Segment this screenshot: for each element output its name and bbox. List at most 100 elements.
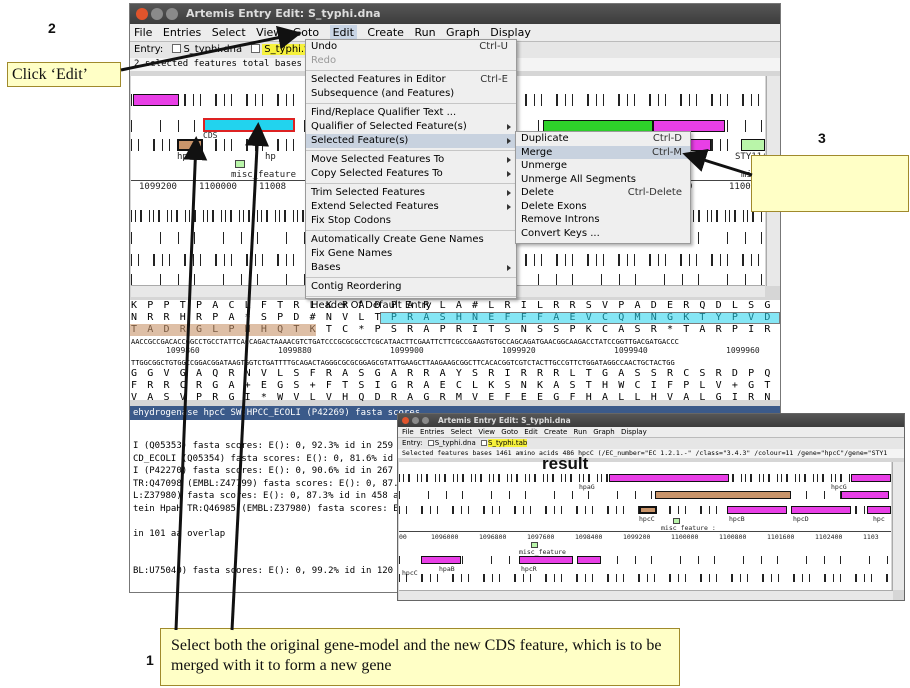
result-vertical-scrollbar[interactable]	[892, 462, 904, 590]
coord-5: 1100	[729, 182, 751, 192]
menu-edit[interactable]: Edit	[524, 428, 538, 436]
maximize-icon[interactable]	[422, 417, 429, 424]
feature-magenta-6[interactable]	[867, 506, 891, 514]
edit-menu-item[interactable]: Header Of Default Entry	[306, 299, 516, 313]
entry-checkbox-dna[interactable]	[427, 440, 434, 446]
menu-item-label: Contig Reordering	[311, 281, 402, 292]
menu-view[interactable]: View	[478, 428, 495, 436]
feature-magenta-3[interactable]	[841, 491, 889, 499]
edit-menu-item[interactable]: Find/Replace Qualifier Text ...	[306, 106, 516, 120]
selected-cds-sequence-highlight	[380, 312, 780, 324]
feature-magenta-8[interactable]	[519, 556, 573, 564]
seq-tick-5: 1099940	[614, 346, 648, 355]
edit-menu-item[interactable]: Fix Gene Names	[306, 247, 516, 261]
menu-graph[interactable]: Graph	[593, 428, 614, 436]
menu-entries[interactable]: Entries	[420, 428, 444, 436]
edit-menu-item[interactable]: Selected Feature(s)	[306, 134, 516, 148]
menu-select[interactable]: Select	[451, 428, 473, 436]
menu-file[interactable]: File	[134, 26, 152, 39]
submenu-item[interactable]: Merge Ctrl-M	[516, 145, 690, 159]
entry-dna[interactable]: S_typhi.dna	[183, 44, 242, 55]
hpc-label-1: hpc	[177, 152, 194, 162]
menu-run[interactable]: Run	[414, 26, 435, 39]
submenu-item[interactable]: Duplicate Ctrl-D	[516, 132, 690, 146]
entry-label: Entry:	[134, 44, 164, 55]
entry-checkbox-tab[interactable]	[251, 44, 261, 53]
result-entry-bar: Entry: S_typhi.dna S_typhi.tab	[398, 438, 904, 449]
selected-cds-feature[interactable]	[203, 118, 295, 132]
coord: 1100800	[719, 533, 747, 541]
edit-menu-item[interactable]: Bases	[306, 261, 516, 275]
edit-menu-item[interactable]: Fix Stop Codons	[306, 214, 516, 228]
feature-tan[interactable]	[655, 491, 791, 499]
submenu-item[interactable]: Unmerge	[516, 159, 690, 173]
menu-separator	[306, 70, 516, 71]
feature-magenta-5[interactable]	[791, 506, 851, 514]
menu-goto[interactable]: Goto	[501, 428, 518, 436]
hpag-label: hpaG	[579, 483, 595, 491]
edit-menu-item[interactable]: Qualifier of Selected Feature(s)	[306, 120, 516, 134]
minimize-icon[interactable]	[151, 8, 163, 20]
menu-separator	[306, 103, 516, 104]
edit-menu-item[interactable]: Redo	[306, 54, 516, 68]
entry-tab[interactable]: S_typhi.tab	[488, 439, 528, 447]
feature-green-2[interactable]	[741, 139, 765, 151]
menu-display[interactable]: Display	[490, 26, 531, 39]
feature-magenta[interactable]	[133, 94, 179, 106]
maximize-icon[interactable]	[166, 8, 178, 20]
menu-file[interactable]: File	[402, 428, 414, 436]
entry-checkbox-dna[interactable]	[172, 44, 182, 53]
menu-select[interactable]: Select	[212, 26, 246, 39]
menu-goto[interactable]: Goto	[293, 26, 319, 39]
sequence-pane[interactable]: K P P T P A C L F T R L K R A D P A R L …	[130, 300, 781, 403]
menu-entries[interactable]: Entries	[163, 26, 201, 39]
feature-magenta-4[interactable]	[727, 506, 787, 514]
click-edit-callout: Click ‘Edit’	[7, 62, 121, 87]
entry-checkbox-tab[interactable]	[481, 440, 488, 446]
menu-item-label: Delete Exons	[521, 200, 587, 212]
sequence-ruler: 1099860 1099880 1099900 1099920 1099940 …	[130, 346, 780, 356]
feature-magenta[interactable]	[609, 474, 729, 482]
aa-frame-4: G G V G A Q R N V L S F R A S G A R R A …	[131, 368, 781, 379]
close-icon[interactable]	[402, 417, 409, 424]
result-feature-pane[interactable]: hpaG hpcG hpcC hpcB hpcD hpc misc_featur…	[399, 462, 891, 590]
menu-item-label: Fix Stop Codons	[311, 215, 391, 226]
entry-dna[interactable]: S_typhi.dna	[435, 439, 476, 447]
menu-item-label: Fix Gene Names	[311, 248, 393, 259]
submenu-item[interactable]: Convert Keys ...	[516, 227, 690, 241]
feature-track	[399, 574, 891, 582]
submenu-item[interactable]: Unmerge All Segments	[516, 173, 690, 187]
hpcc-label-2: hpcC	[402, 569, 418, 577]
feature-track	[399, 556, 891, 564]
edit-menu-item[interactable]: Subsequence (and Features)	[306, 87, 516, 101]
menu-item-label: Duplicate	[521, 133, 569, 144]
edit-menu-item[interactable]: Extend Selected Features	[306, 200, 516, 214]
edit-menu-item[interactable]: Contig Reordering	[306, 280, 516, 294]
submenu-item[interactable]: Delete Exons	[516, 200, 690, 214]
menu-view[interactable]: View	[256, 26, 282, 39]
step3-callout	[751, 155, 909, 212]
feature-magenta-9[interactable]	[577, 556, 601, 564]
merged-hpcc-gene[interactable]	[639, 506, 657, 514]
edit-menu-item[interactable]: Automatically Create Gene Names	[306, 233, 516, 247]
feature-magenta-7[interactable]	[421, 556, 461, 564]
selected-gene-model[interactable]	[177, 139, 203, 151]
menu-run[interactable]: Run	[574, 428, 587, 436]
menu-create[interactable]: Create	[544, 428, 567, 436]
menu-graph[interactable]: Graph	[446, 26, 480, 39]
submenu-item[interactable]: Delete Ctrl-Delete	[516, 186, 690, 200]
result-horizontal-scrollbar[interactable]	[399, 590, 893, 600]
menu-edit[interactable]: Edit	[329, 25, 357, 40]
menu-create[interactable]: Create	[367, 26, 404, 39]
edit-menu-item[interactable]: Undo Ctrl-U	[306, 40, 516, 54]
edit-menu-item[interactable]: Selected Features in Editor Ctrl-E	[306, 73, 516, 87]
submenu-item[interactable]: Remove Introns	[516, 213, 690, 227]
misc-feature-label: misc_feature	[231, 170, 297, 180]
minimize-icon[interactable]	[412, 417, 419, 424]
edit-menu-item[interactable]: Copy Selected Features To	[306, 167, 516, 181]
edit-menu-item[interactable]: Trim Selected Features	[306, 186, 516, 200]
menu-display[interactable]: Display	[621, 428, 647, 436]
feature-magenta-2[interactable]	[851, 474, 891, 482]
close-icon[interactable]	[136, 8, 148, 20]
edit-menu-item[interactable]: Move Selected Features To	[306, 153, 516, 167]
